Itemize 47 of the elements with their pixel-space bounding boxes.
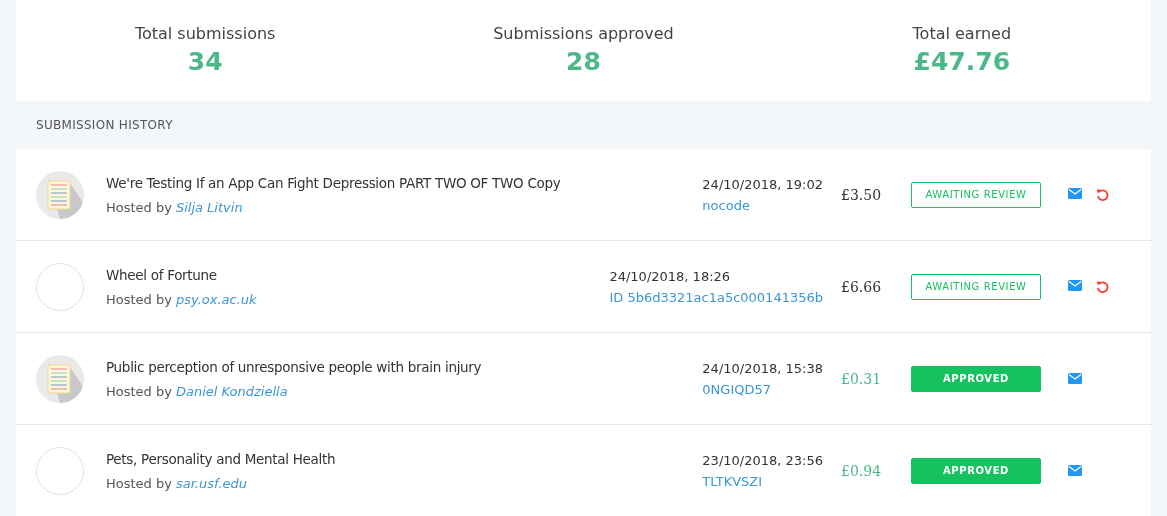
email-icon xyxy=(1068,465,1082,476)
study-title: We're Testing If an App Can Fight Depression PART TWO OF TWO Copy xyxy=(106,174,562,191)
status-badge: APPROVED xyxy=(911,365,1041,392)
submission-date: 24/10/2018, 18:26 xyxy=(609,268,732,284)
undo-button[interactable] xyxy=(1096,280,1109,293)
email-icon xyxy=(1068,188,1082,199)
submission-date: 23/10/2018, 23:56 xyxy=(702,452,823,468)
reward-amount: £3.50 xyxy=(841,186,883,203)
host-link[interactable]: sar.usf.edu xyxy=(175,475,247,491)
message-button[interactable] xyxy=(1068,188,1082,201)
host-link[interactable]: psy.ox.ac.uk xyxy=(175,291,257,307)
undo-button[interactable] xyxy=(1096,188,1109,201)
completion-code: ID 5b6d3321ac1a5c000141356b xyxy=(609,289,823,305)
status-badge: AWAITING REVIEW xyxy=(911,273,1041,300)
stat-value: 28 xyxy=(566,47,601,76)
host-link[interactable]: Silja Litvin xyxy=(175,199,243,215)
reward-amount: £0.31 xyxy=(841,370,883,387)
status-badge: AWAITING REVIEW xyxy=(911,181,1041,208)
stat-label: Submissions approved xyxy=(493,24,674,43)
study-title: Pets, Personality and Mental Health xyxy=(106,450,337,467)
submission-date: 24/10/2018, 19:02 xyxy=(702,176,823,192)
message-button[interactable] xyxy=(1068,373,1082,384)
stat-value: 34 xyxy=(187,47,223,76)
undo-icon xyxy=(1096,188,1109,201)
reward-amount: £6.66 xyxy=(841,278,883,295)
completion-code: 0NGIQD57 xyxy=(702,381,773,397)
section-heading: SUBMISSION HISTORY xyxy=(35,116,174,134)
undo-icon xyxy=(1096,280,1109,293)
hosted-by-label: Hosted by xyxy=(106,475,172,491)
stat-value: £47.76 xyxy=(913,47,1011,76)
submission-date: 24/10/2018, 15:38 xyxy=(702,360,823,376)
hosted-by-label: Hosted by xyxy=(106,291,172,307)
study-title: Wheel of Fortune xyxy=(106,266,218,283)
email-icon xyxy=(1068,280,1082,291)
reward-amount: £0.94 xyxy=(841,462,883,479)
stat-label: Total earned xyxy=(912,24,1012,43)
host-link[interactable]: Daniel Kondziella xyxy=(175,383,288,399)
status-badge: APPROVED xyxy=(911,457,1041,484)
message-button[interactable] xyxy=(1068,465,1082,476)
completion-code: nocode xyxy=(702,197,751,213)
study-title: Public perception of unresponsive people with brain injury xyxy=(106,358,483,375)
hosted-by-label: Hosted by xyxy=(106,199,172,215)
completion-code: TLTKVSZI xyxy=(702,473,764,489)
hosted-by-label: Hosted by xyxy=(106,383,172,399)
message-button[interactable] xyxy=(1068,280,1082,293)
stat-label: Total submissions xyxy=(134,24,276,43)
email-icon xyxy=(1068,373,1082,384)
